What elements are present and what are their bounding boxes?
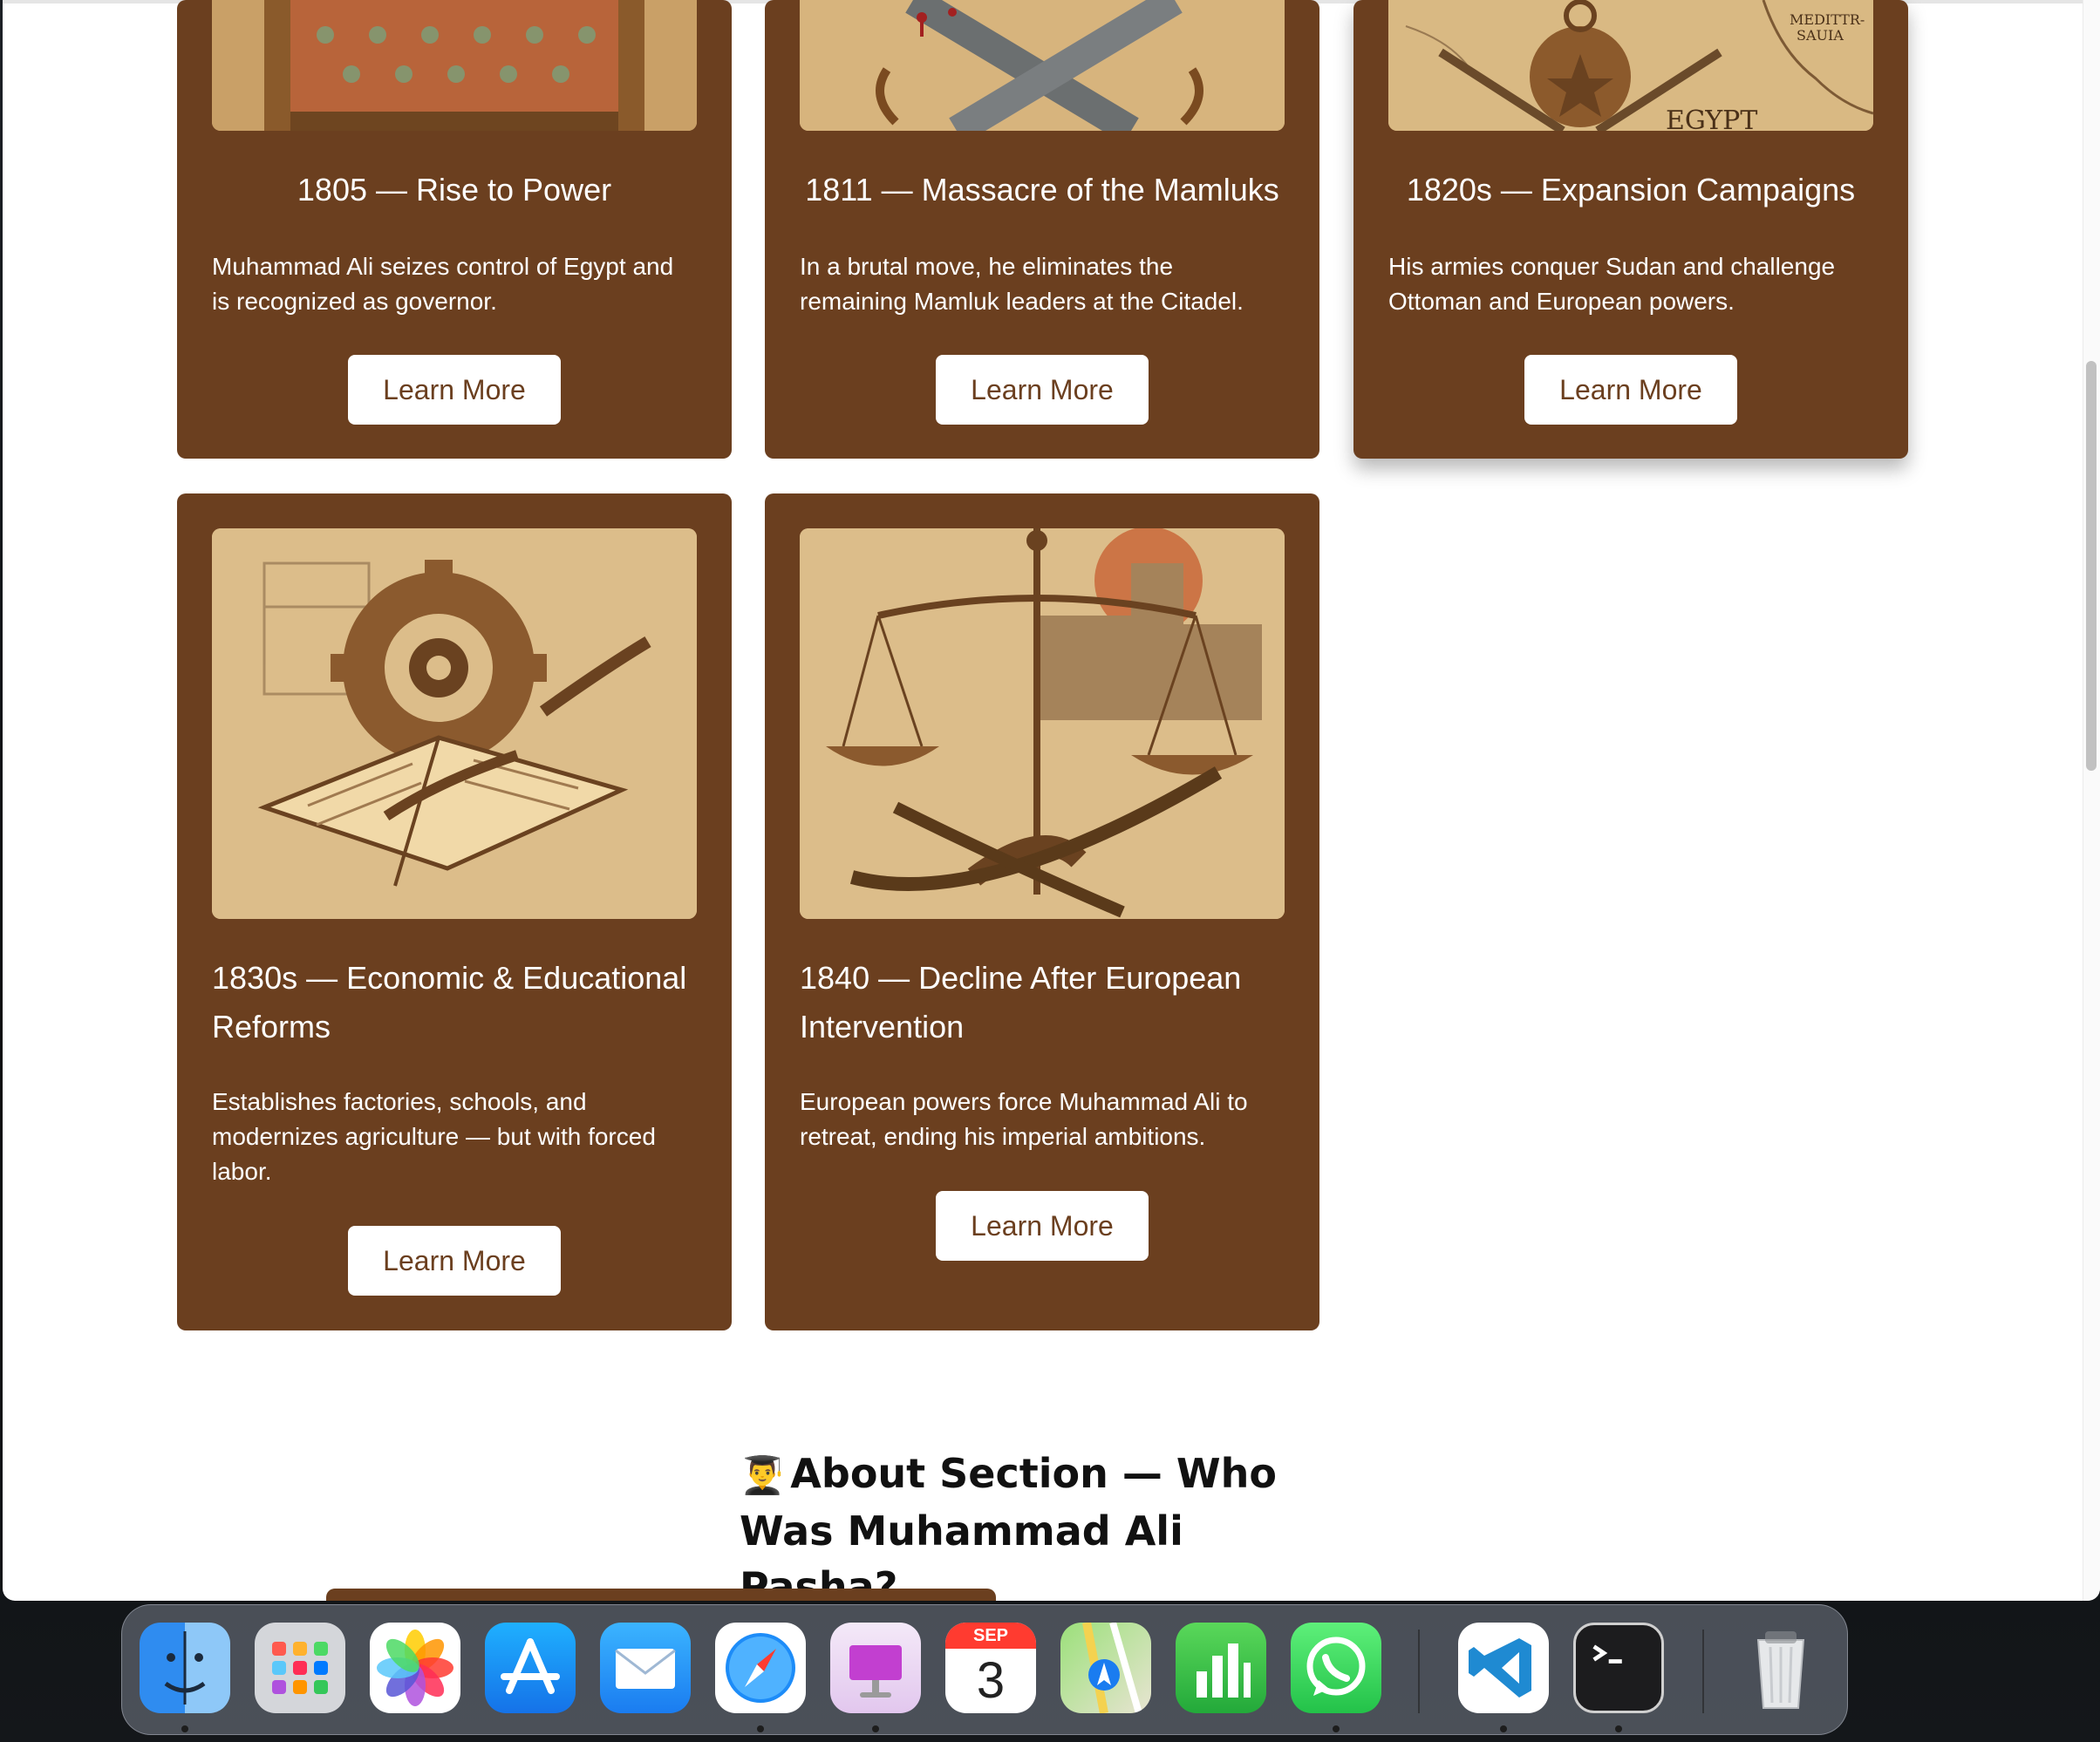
photos-icon[interactable] (370, 1623, 460, 1713)
browser-page: 1805 — Rise to Power Muhammad Ali seizes… (3, 0, 2100, 1601)
vscode-icon[interactable] (1458, 1623, 1549, 1713)
timeline-card-1830s: 1830s — Economic & Educational Reforms E… (177, 493, 732, 1330)
calendar-day: 3 (976, 1652, 1006, 1709)
terminal-running-dot (1615, 1725, 1622, 1732)
card-description: Muhammad Ali seizes control of Egypt and… (212, 253, 674, 315)
card-image-crossed-swords (800, 0, 1285, 131)
scrollbar[interactable] (2083, 0, 2100, 1601)
learn-more-button[interactable]: Learn More (936, 355, 1149, 425)
learn-more-button[interactable]: Learn More (348, 1226, 561, 1296)
timeline-card-1840: 1840 — Decline After European Interventi… (765, 493, 1319, 1330)
keynote-icon[interactable] (830, 1623, 921, 1713)
learn-more-button[interactable]: Learn More (348, 355, 561, 425)
vscode-running-dot (1500, 1725, 1507, 1732)
whatsapp-icon[interactable] (1291, 1623, 1381, 1713)
mail-icon[interactable] (600, 1623, 691, 1713)
map-label-egypt: EGYPT (1666, 105, 1757, 131)
maps-icon[interactable] (1060, 1623, 1151, 1713)
safari-icon[interactable] (715, 1623, 806, 1713)
finder-running-dot (181, 1725, 188, 1732)
graduate-emoji-icon: 👨‍🎓 (740, 1453, 786, 1496)
card-image-throne (212, 0, 697, 131)
card-description: European powers force Muhammad Ali to re… (800, 1088, 1248, 1150)
dock: SEP 3 (121, 1604, 1848, 1735)
timeline-card-1811: 1811 — Massacre of the Mamluks In a brut… (765, 0, 1319, 459)
learn-more-button[interactable]: Learn More (1524, 355, 1737, 425)
about-heading-text: About Section — Who Was Muhammad Ali Pas… (740, 1450, 1278, 1601)
finder-icon[interactable] (140, 1623, 230, 1713)
card-description: Establishes factories, schools, and mode… (212, 1088, 656, 1185)
card-description: In a brutal move, he eliminates the rema… (800, 253, 1244, 315)
timeline-card-1820s: MEDITTR- SAUIA EGYPT 1820s — Expansion C… (1353, 0, 1908, 459)
card-image-map-egypt: MEDITTR- SAUIA EGYPT (1388, 0, 1873, 131)
whatsapp-running-dot (1333, 1725, 1340, 1732)
card-title: 1811 — Massacre of the Mamluks (805, 172, 1279, 208)
card-title: 1840 — Decline After European Interventi… (800, 960, 1242, 1045)
card-title: 1805 — Rise to Power (297, 172, 612, 208)
timeline-card-1805: 1805 — Rise to Power Muhammad Ali seizes… (177, 0, 732, 459)
about-image-partial (326, 1589, 996, 1601)
learn-more-button[interactable]: Learn More (936, 1191, 1149, 1261)
card-image-gear-book (212, 528, 697, 919)
app-store-icon[interactable] (485, 1623, 576, 1713)
card-title: 1830s — Economic & Educational Reforms (212, 960, 687, 1045)
about-section-heading: 👨‍🎓 About Section — Who Was Muhammad Ali … (740, 1446, 1350, 1601)
dock-separator (1418, 1630, 1420, 1713)
launchpad-icon[interactable] (255, 1623, 345, 1713)
calendar-month: SEP (945, 1623, 1036, 1649)
keynote-running-dot (872, 1725, 879, 1732)
terminal-icon[interactable] (1573, 1623, 1664, 1713)
safari-running-dot (757, 1725, 764, 1732)
calendar-icon[interactable]: SEP 3 (945, 1623, 1036, 1713)
map-label-sea-2: SAUIA (1797, 27, 1844, 44)
numbers-icon[interactable] (1176, 1623, 1266, 1713)
card-image-scales-citadel (800, 528, 1285, 919)
trash-icon[interactable] (1735, 1623, 1826, 1713)
card-description: His armies conquer Sudan and challenge O… (1388, 253, 1836, 315)
dock-separator-2 (1702, 1630, 1704, 1713)
scrollbar-thumb[interactable] (2086, 361, 2097, 771)
card-title: 1820s — Expansion Campaigns (1406, 172, 1856, 208)
map-label-sea: MEDITTR- (1790, 11, 1865, 28)
